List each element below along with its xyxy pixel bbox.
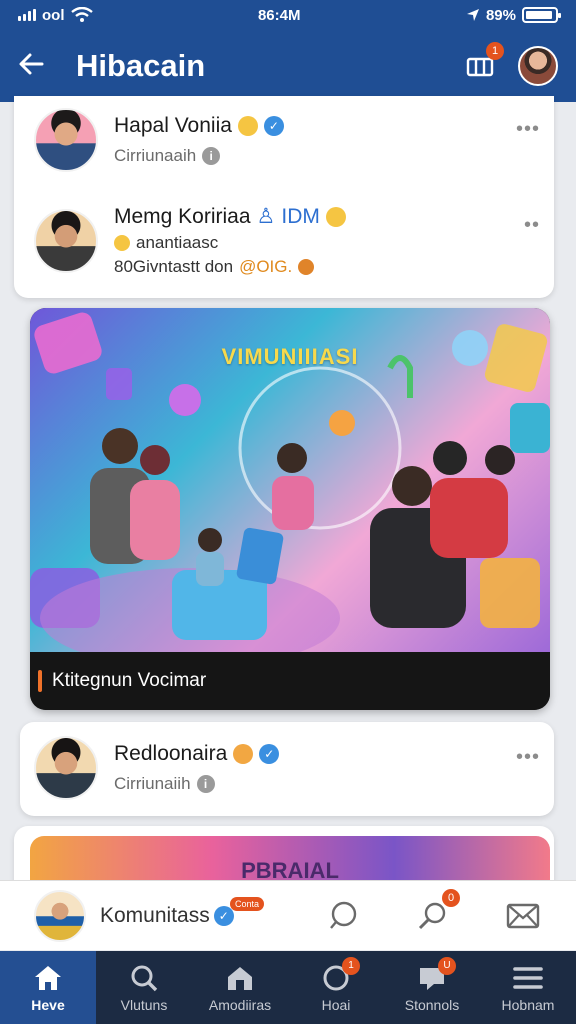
nav-messages[interactable]: U Stonnols xyxy=(384,951,480,1024)
avatar[interactable] xyxy=(34,108,98,172)
post-subtitle: Cirriunaaih xyxy=(114,146,197,165)
post-line: anantiaasc xyxy=(136,233,219,252)
hand-emoji-icon xyxy=(114,235,130,251)
location-icon xyxy=(466,9,479,21)
more-options-icon[interactable]: ••• xyxy=(516,746,540,769)
person-icon: ♙ xyxy=(256,205,276,228)
nav-badge: U xyxy=(438,956,456,975)
home-icon xyxy=(32,963,64,993)
profile-avatar[interactable] xyxy=(518,46,558,86)
featured-post[interactable]: VIMUNIIIASI Ktitegnun Vocimar xyxy=(30,308,550,710)
post-item[interactable]: Hapal Voniia ✓ Cirriunaaih i xyxy=(34,108,284,172)
post-line-tag: @OIG. xyxy=(239,257,293,276)
post-line: 80Givntastt don xyxy=(114,257,234,276)
bell-icon: 1 xyxy=(320,956,360,993)
post-author: Redloonaira xyxy=(114,742,228,765)
verified-icon: ✓ xyxy=(263,116,284,136)
nav-community[interactable]: Amodiiras xyxy=(192,951,288,1024)
status-bar: ool 86:4M 89% xyxy=(0,0,576,30)
nav-menu[interactable]: Hobnam xyxy=(480,951,576,1024)
more-options-icon[interactable]: •• xyxy=(524,214,540,237)
search-badge: 0 xyxy=(442,889,460,907)
nav-home[interactable]: Heve xyxy=(0,951,96,1024)
signal-icon xyxy=(18,9,36,21)
emoji-icon xyxy=(298,259,315,275)
battery-percent: 89% xyxy=(485,6,516,24)
battery-icon xyxy=(522,7,561,23)
banner-image[interactable]: PBRAIAL xyxy=(30,836,550,886)
post-card: Redloonaira ✓ Cirriunaiih i ••• xyxy=(20,722,554,816)
info-icon: i xyxy=(202,147,221,165)
wifi-icon xyxy=(70,7,93,22)
nav-label: Stonnols xyxy=(404,996,460,1013)
post-list-card: Hapal Voniia ✓ Cirriunaaih i ••• Memg Kori… xyxy=(14,96,554,298)
nav-search[interactable]: Vlutuns xyxy=(96,951,192,1024)
more-options-icon[interactable]: ••• xyxy=(516,118,540,141)
bottom-navigation: Heve Vlutuns Amodiiras 1 Hoai U Stonnols… xyxy=(0,951,576,1024)
post-tag: IDM xyxy=(281,204,320,228)
nav-label: Vlutuns xyxy=(120,996,168,1013)
top-bar: ool 86:4M 89% Hibacain 1 xyxy=(0,0,576,102)
app-bar: Hibacain 1 xyxy=(0,30,576,102)
nav-label: Heve xyxy=(31,996,65,1013)
notification-badge: 1 xyxy=(486,42,504,60)
featured-caption: Ktitegnun Vocimar xyxy=(52,670,207,691)
search-icon[interactable]: 0 xyxy=(416,889,460,933)
post-item[interactable]: Memg Koririaa ♙ IDM anantiaasc 80Givntastt… xyxy=(34,204,346,277)
carrier-label: ool xyxy=(42,6,65,24)
nav-label: Hobnam xyxy=(501,996,555,1013)
info-icon: i xyxy=(196,775,215,793)
notification-button[interactable]: 1 xyxy=(464,42,504,82)
back-arrow-icon[interactable] xyxy=(18,49,58,83)
clock: 86:4M xyxy=(257,6,301,24)
nav-label: Amodiiras xyxy=(208,996,272,1013)
featured-image-text: VIMUNIIIASI xyxy=(221,344,359,369)
avatar[interactable] xyxy=(34,889,86,942)
post-author: Memg Koririaa xyxy=(114,204,251,228)
menu-icon xyxy=(512,963,544,993)
nav-label: Hoai xyxy=(321,996,351,1013)
community-bar: Komunitass ✓ Conta 0 xyxy=(0,880,576,950)
community-pill: Conta xyxy=(230,897,265,911)
emoji-icon xyxy=(325,206,346,227)
verified-icon: ✓ xyxy=(259,744,280,764)
featured-image[interactable]: VIMUNIIIASI xyxy=(30,308,550,668)
chat-bubble-icon[interactable] xyxy=(326,899,360,933)
smile-emoji-icon xyxy=(237,116,258,136)
post-subtitle: Cirriunaiih xyxy=(114,774,191,793)
mail-icon[interactable] xyxy=(506,899,540,933)
nav-badge: 1 xyxy=(342,956,360,975)
post-author: Hapal Voniia xyxy=(114,114,232,137)
page-title: Hibacain xyxy=(76,48,206,83)
avatar[interactable] xyxy=(34,736,98,800)
caption-accent xyxy=(38,670,42,692)
search-icon xyxy=(128,963,160,993)
house-icon xyxy=(224,963,256,993)
post-item[interactable]: Redloonaira ✓ Cirriunaiih i xyxy=(34,736,280,800)
community-label[interactable]: Komunitass xyxy=(100,904,210,928)
avatar[interactable] xyxy=(34,208,98,273)
emoji-icon xyxy=(233,744,254,764)
featured-caption-bar: Ktitegnun Vocimar xyxy=(30,652,550,710)
chat-icon: U xyxy=(416,956,456,993)
nav-notifications[interactable]: 1 Hoai xyxy=(288,951,384,1024)
